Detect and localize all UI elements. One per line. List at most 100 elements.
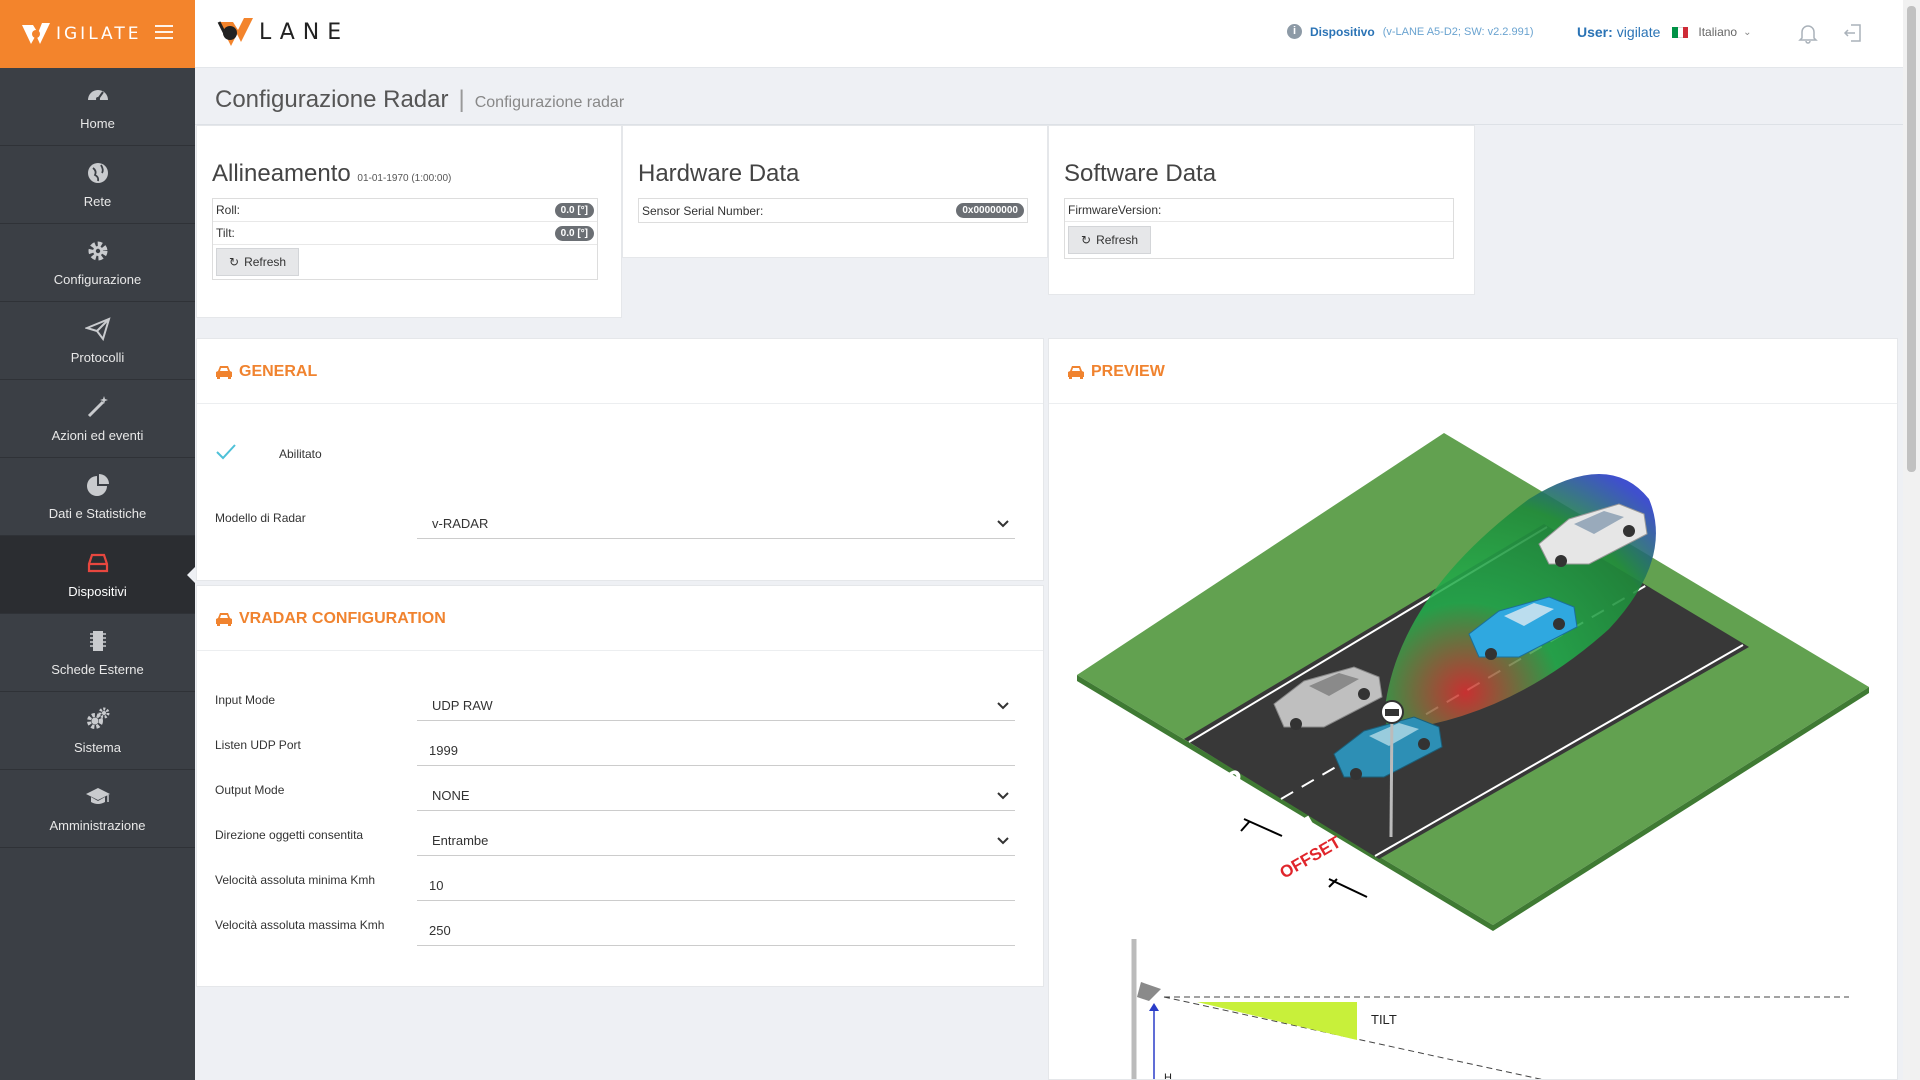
sidebar-item-dispositivi[interactable]: Dispositivi <box>0 536 195 614</box>
checkmark-icon[interactable] <box>215 443 237 461</box>
graduation-cap-icon <box>85 788 110 804</box>
globe-icon <box>87 163 108 183</box>
v-lane-logo-icon <box>217 18 253 46</box>
serial-value: 0x00000000 <box>956 203 1024 218</box>
general-title-text: GENERAL <box>239 363 318 380</box>
brand-name: IGILATE <box>56 24 142 44</box>
menu-toggle-icon[interactable] <box>155 25 173 39</box>
serial-label: Sensor Serial Number: <box>642 203 764 218</box>
sidebar-item-label: Rete <box>83 194 112 209</box>
output-mode-value: NONE <box>432 788 470 803</box>
input-mode-select[interactable]: UDP RAW <box>417 691 1015 721</box>
vradar-title-text: VRADAR CONFIGURATION <box>239 610 446 627</box>
roll-value: 0.0 [°] <box>554 202 594 218</box>
table-row: Sensor Serial Number: 0x00000000 <box>639 199 1027 222</box>
scrollbar-thumb[interactable] <box>1907 6 1916 472</box>
vradar-panel: VRADAR CONFIGURATION Input Mode UDP RAW … <box>196 585 1044 987</box>
software-refresh-button[interactable]: ↻ Refresh <box>1068 226 1152 254</box>
chevron-down-icon <box>997 519 1009 527</box>
sidebar-item-azioni-eventi[interactable]: Azioni ed eventi <box>0 380 195 458</box>
vradar-title: VRADAR CONFIGURATION <box>215 610 446 628</box>
chevron-down-icon <box>997 836 1009 844</box>
device-version: (v-LANE A5-D2; SW: v2.2.991) <box>1382 25 1534 38</box>
sidebar-item-protocolli[interactable]: Protocolli <box>0 302 195 380</box>
direction-select[interactable]: Entrambe <box>417 826 1015 856</box>
car-icon <box>1068 366 1084 379</box>
page-header: Configurazione Radar | Configurazione ra… <box>215 86 624 114</box>
sidebar-item-label: Azioni ed eventi <box>51 428 144 443</box>
output-mode-select[interactable]: NONE <box>417 781 1015 811</box>
alignment-title: Allineamento 01-01-1970 (1:00:00) <box>212 160 451 188</box>
vigilate-logo-icon <box>22 23 50 44</box>
sidebar-item-home[interactable]: Home <box>0 68 195 146</box>
car-icon <box>216 366 232 379</box>
panel-divider <box>197 403 1043 404</box>
tilt-value: 0.0 [°] <box>554 225 594 241</box>
sidebar: IGILATE Home Rete Configurazione Protoco… <box>0 0 195 1080</box>
general-panel: GENERAL Abilitato Modello di Radar v-RAD… <box>196 338 1044 581</box>
lane-logo-text: LANE <box>259 19 350 45</box>
udp-port-input[interactable]: 1999 <box>417 736 1015 766</box>
radar-model-select[interactable]: v-RADAR <box>417 509 1015 539</box>
input-mode-value: UDP RAW <box>432 698 493 713</box>
language-selector[interactable]: Italiano <box>1698 25 1737 39</box>
title-separator: | <box>458 86 465 113</box>
software-title: Software Data <box>1064 160 1217 187</box>
hardware-table: Sensor Serial Number: 0x00000000 <box>638 198 1028 223</box>
chip-icon <box>89 631 106 651</box>
table-row: Tilt: 0.0 [°] <box>213 222 597 245</box>
max-speed-value: 250 <box>429 923 451 938</box>
roll-label: Roll: <box>216 203 241 217</box>
magic-wand-icon <box>87 396 108 418</box>
tilt-label: Tilt: <box>216 226 235 240</box>
max-speed-input[interactable]: 250 <box>417 916 1015 946</box>
sidebar-item-label: Sistema <box>74 740 121 755</box>
max-speed-label: Velocità assoluta massima Kmh <box>215 918 385 932</box>
sidebar-item-schede-esterne[interactable]: Schede Esterne <box>0 614 195 692</box>
side-camera <box>1137 982 1161 1001</box>
panel-divider <box>1049 403 1897 404</box>
refresh-label: Refresh <box>1096 233 1139 247</box>
sidebar-item-configurazione[interactable]: Configurazione <box>0 224 195 302</box>
sidebar-item-dati-statistiche[interactable]: Dati e Statistiche <box>0 458 195 536</box>
software-card: Software Data FirmwareVersion: ↻ Refresh <box>1048 125 1475 295</box>
chevron-down-icon <box>997 701 1009 709</box>
table-row: Roll: 0.0 [°] <box>213 199 597 222</box>
car-icon <box>216 613 232 626</box>
hardware-card: Hardware Data Sensor Serial Number: 0x000… <box>622 125 1048 258</box>
user-label: User: <box>1577 24 1613 40</box>
udp-port-label: Listen UDP Port <box>215 738 301 752</box>
logout-icon[interactable] <box>1842 22 1864 44</box>
user-info[interactable]: User: vigilate Italiano ⌄ <box>1577 24 1751 40</box>
general-title: GENERAL <box>215 363 317 381</box>
alignment-timestamp: 01-01-1970 (1:00:00) <box>357 173 452 184</box>
min-speed-label: Velocità assoluta minima Kmh <box>215 873 376 887</box>
hard-drive-icon <box>87 553 108 573</box>
pie-chart-icon <box>86 474 109 496</box>
refresh-icon: ↻ <box>1081 233 1092 247</box>
sidebar-item-sistema[interactable]: Sistema <box>0 692 195 770</box>
lane-logo: LANE <box>217 16 349 48</box>
page-title: Configurazione Radar <box>215 86 449 113</box>
sidebar-item-label: Dati e Statistiche <box>48 506 147 521</box>
sidebar-item-rete[interactable]: Rete <box>0 146 195 224</box>
device-info[interactable]: i Dispositivo (v-LANE A5-D2; SW: v2.2.99… <box>1287 24 1534 39</box>
tilt-label: TILT <box>1371 1012 1397 1027</box>
alignment-refresh-button[interactable]: ↻ Refresh <box>216 248 300 276</box>
gears-icon <box>86 707 109 729</box>
preview-panel: PREVIEW 2 1 OFFSET TILT H <box>1048 338 1898 1080</box>
sidebar-item-label: Amministrazione <box>49 818 146 833</box>
min-speed-input[interactable]: 10 <box>417 871 1015 901</box>
table-row: FirmwareVersion: <box>1065 199 1453 222</box>
height-label: H <box>1164 1072 1172 1080</box>
input-mode-label: Input Mode <box>215 693 276 707</box>
device-label: Dispositivo <box>1310 24 1375 39</box>
direction-value: Entrambe <box>432 833 489 848</box>
preview-title-text: PREVIEW <box>1091 363 1165 380</box>
alignment-title-text: Allineamento <box>212 160 351 187</box>
topbar: LANE i Dispositivo (v-LANE A5-D2; SW: v2… <box>195 0 1903 68</box>
bell-icon[interactable] <box>1797 22 1819 44</box>
page-scrollbar[interactable] <box>1903 0 1920 1080</box>
preview-title: PREVIEW <box>1067 363 1165 381</box>
sidebar-item-amministrazione[interactable]: Amministrazione <box>0 770 195 848</box>
